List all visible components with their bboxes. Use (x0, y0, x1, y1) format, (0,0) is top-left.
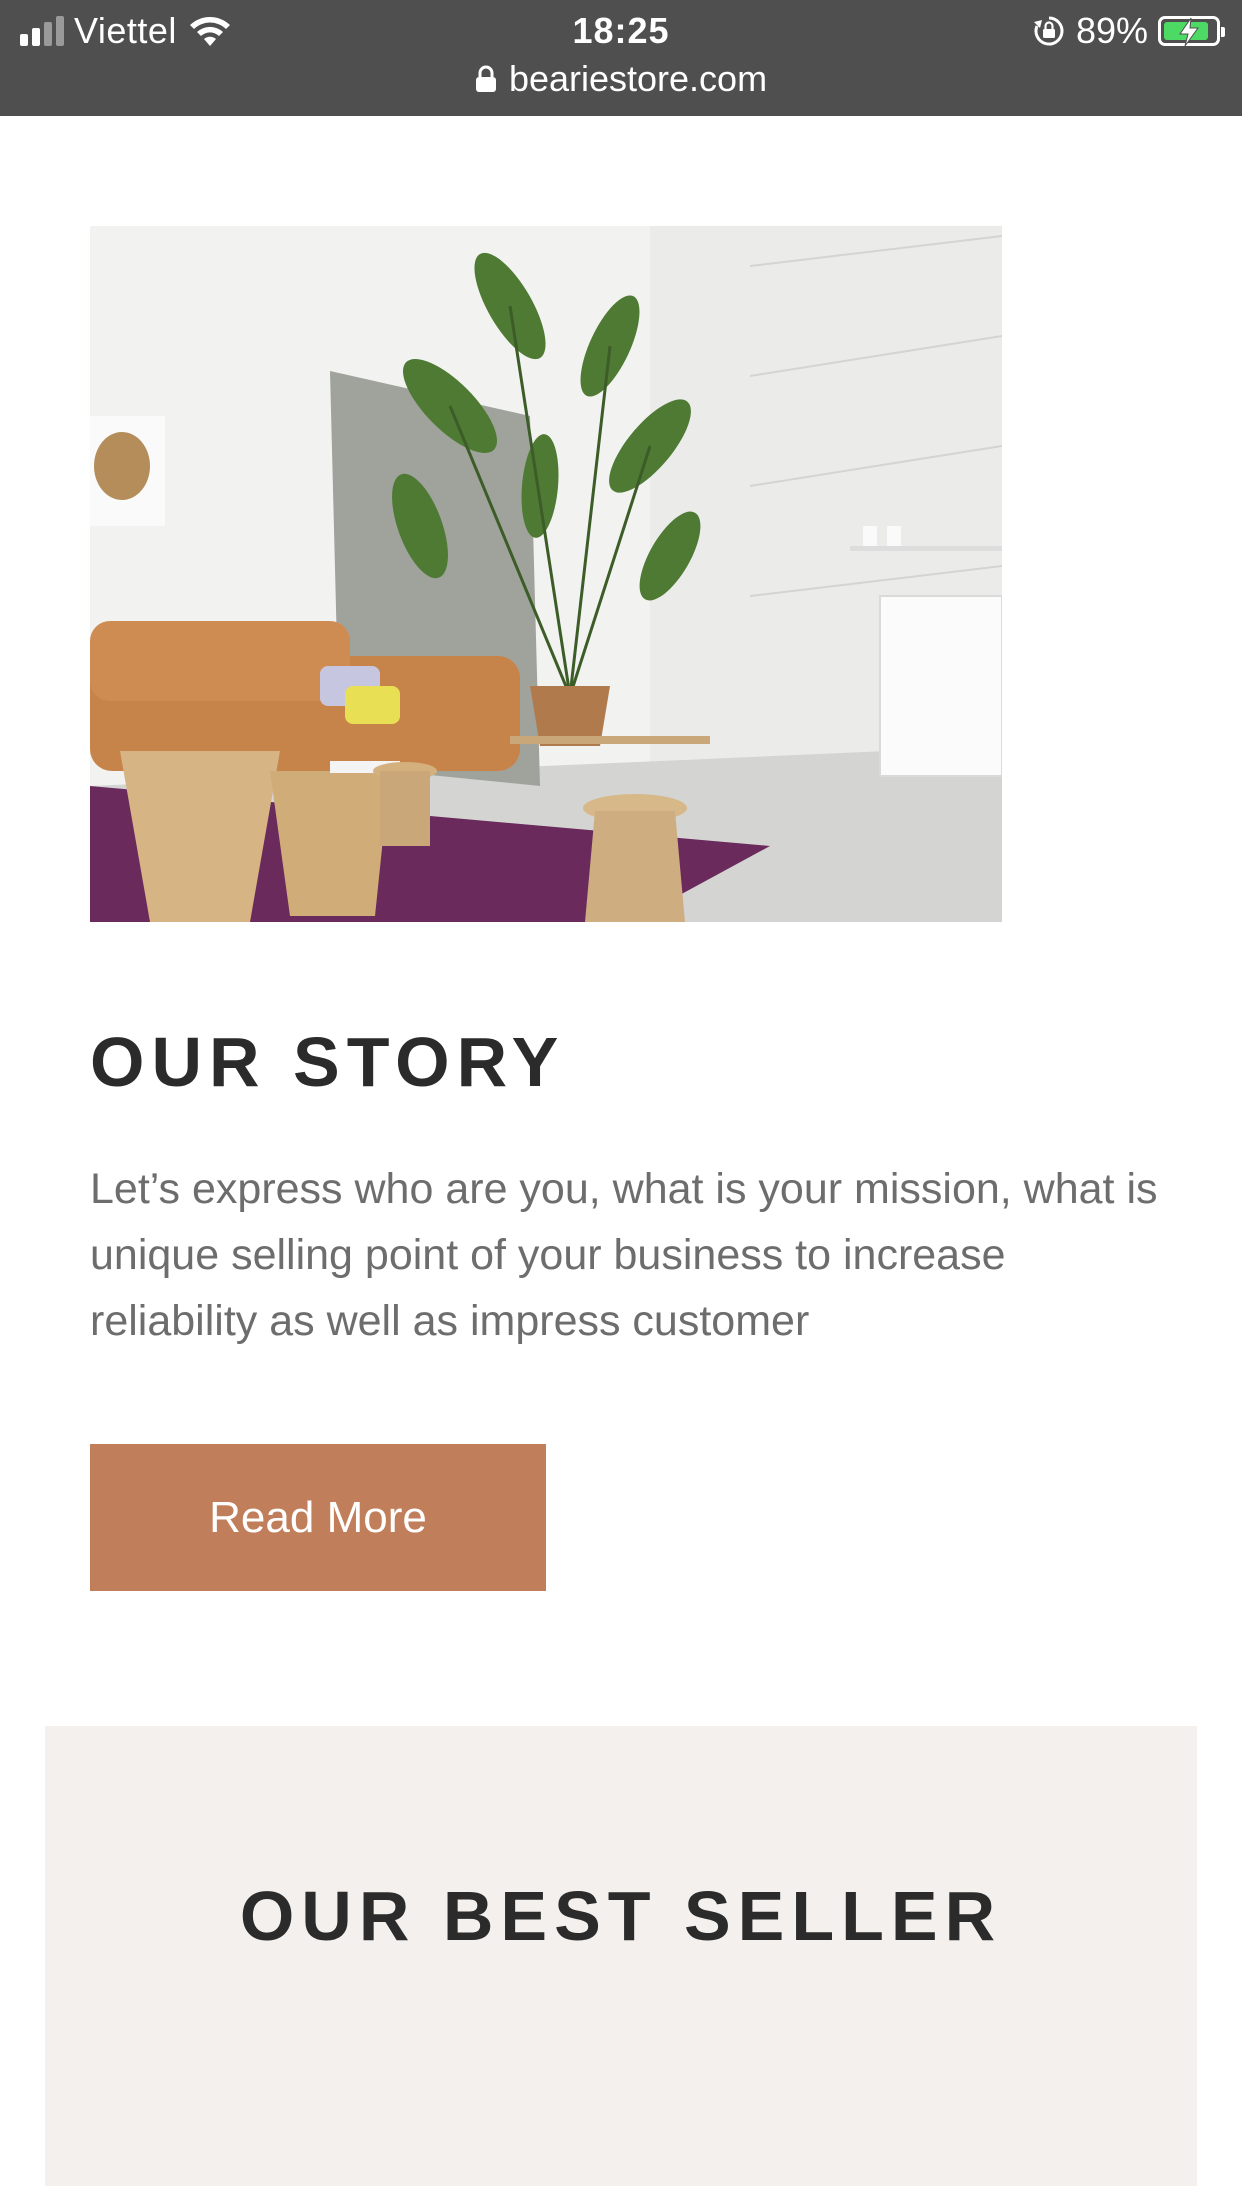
url-text: beariestore.com (508, 58, 768, 99)
story-description: Let’s express who are you, what is your … (90, 1165, 1158, 1345)
read-more-button[interactable]: Read More (90, 1444, 546, 1591)
story-title: OUR STORY (90, 1023, 566, 1101)
best-seller-title: OUR BEST SELLER (239, 1877, 1003, 1955)
living-room-illustration (90, 226, 1002, 922)
story-image (90, 226, 1002, 922)
status-bar: Viettel 18:25 89% beariestore.com (0, 0, 1242, 116)
rotation-lock-icon (1033, 16, 1064, 46)
battery-icon (1158, 16, 1225, 47)
best-seller-section: OUR BEST SELLER (45, 1726, 1197, 2186)
status-right: 89% (1032, 10, 1225, 52)
address-bar[interactable]: beariestore.com (0, 56, 1242, 102)
lock-icon (475, 65, 496, 92)
battery-percent: 89% (1075, 10, 1148, 51)
